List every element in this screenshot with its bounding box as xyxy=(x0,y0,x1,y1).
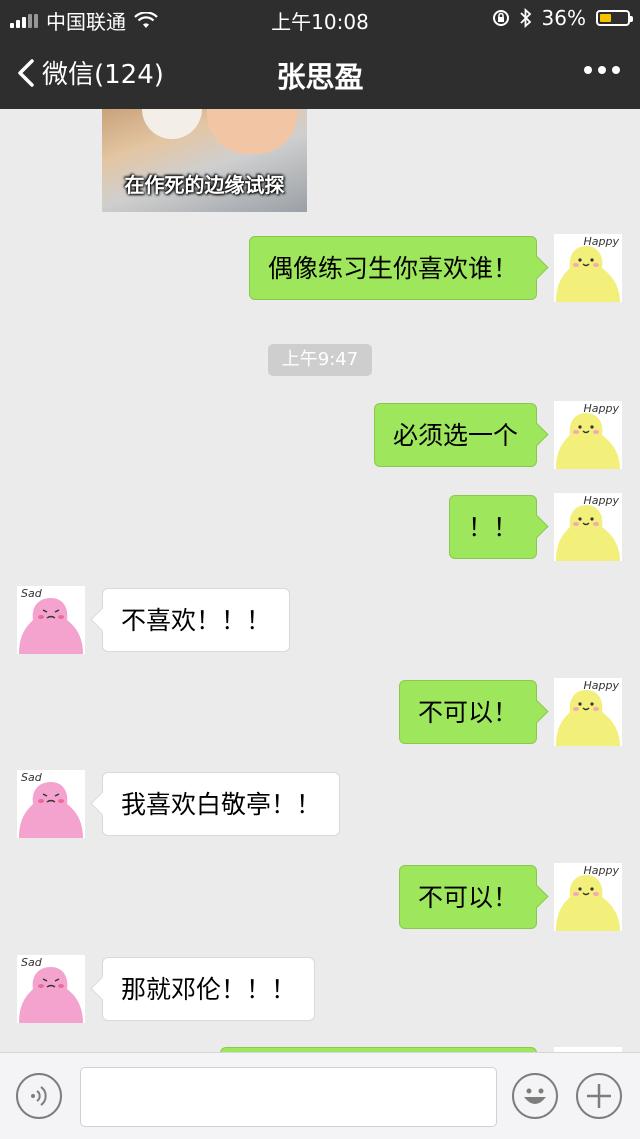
avatar-label: Sad xyxy=(21,587,42,600)
status-bar: 中国联通 上午10:08 36% xyxy=(0,0,640,36)
avatar-label: Happy xyxy=(583,494,620,507)
voice-icon xyxy=(31,1086,47,1106)
contact-avatar[interactable]: Sad xyxy=(17,770,85,838)
plus-icon xyxy=(587,1084,611,1108)
chat-area[interactable]: 在作死的边缘试探 偶像练习生你喜欢谁！ Happy 上午9:47 必须选一个 H… xyxy=(0,109,640,1052)
orientation-lock-icon xyxy=(492,10,509,26)
contact-avatar[interactable]: Sad xyxy=(17,955,85,1023)
my-message-bubble[interactable]: 不可以！ xyxy=(398,865,537,929)
hand-image xyxy=(207,109,297,154)
contact-message-bubble[interactable]: 我喜欢白敬亭！！ xyxy=(102,772,341,836)
my-avatar[interactable]: Happy xyxy=(554,493,622,561)
nav-bar: 微信(124) 张思盈 xyxy=(0,36,640,109)
bluetooth-icon xyxy=(519,8,531,28)
battery-percent: 36% xyxy=(541,6,586,30)
battery-icon xyxy=(596,10,633,26)
my-avatar[interactable]: Happy xyxy=(554,678,622,746)
my-message-bubble[interactable]: 偶像练习生你喜欢谁！ xyxy=(248,236,537,300)
more-options-button[interactable] xyxy=(584,66,620,74)
input-bar xyxy=(0,1052,640,1139)
contact-message-bubble[interactable]: 那就邓伦！！！ xyxy=(102,957,316,1021)
my-avatar[interactable]: Happy xyxy=(554,234,622,302)
my-avatar[interactable]: Happy xyxy=(554,863,622,931)
timestamp: 上午9:47 xyxy=(268,344,372,376)
image-caption: 在作死的边缘试探 xyxy=(124,173,285,197)
cat-paw-image xyxy=(142,109,202,139)
image-message[interactable]: 在作死的边缘试探 xyxy=(102,109,307,212)
avatar-label: Happy xyxy=(583,235,620,248)
message-input[interactable] xyxy=(80,1067,497,1127)
status-right: 36% xyxy=(492,6,633,30)
voice-button[interactable] xyxy=(16,1073,62,1119)
avatar-label: Happy xyxy=(583,402,620,415)
my-message-bubble[interactable]: 不可以！ xyxy=(398,680,537,744)
contact-avatar[interactable]: Sad xyxy=(17,586,85,654)
avatar-label: Happy xyxy=(583,864,620,877)
smiley-icon xyxy=(524,1088,546,1104)
more-functions-button[interactable] xyxy=(576,1073,622,1119)
my-message-bubble[interactable]: ！！ xyxy=(448,495,537,559)
avatar-label: Happy xyxy=(583,679,620,692)
my-message-bubble[interactable]: 必须选一个 xyxy=(373,403,537,467)
my-avatar[interactable]: Happy xyxy=(554,401,622,469)
contact-message-bubble[interactable]: 不喜欢！！！ xyxy=(102,588,291,652)
chat-title: 张思盈 xyxy=(276,60,364,94)
emoji-button[interactable] xyxy=(512,1073,558,1119)
avatar-label: Sad xyxy=(21,956,42,969)
avatar-label: Sad xyxy=(21,771,42,784)
